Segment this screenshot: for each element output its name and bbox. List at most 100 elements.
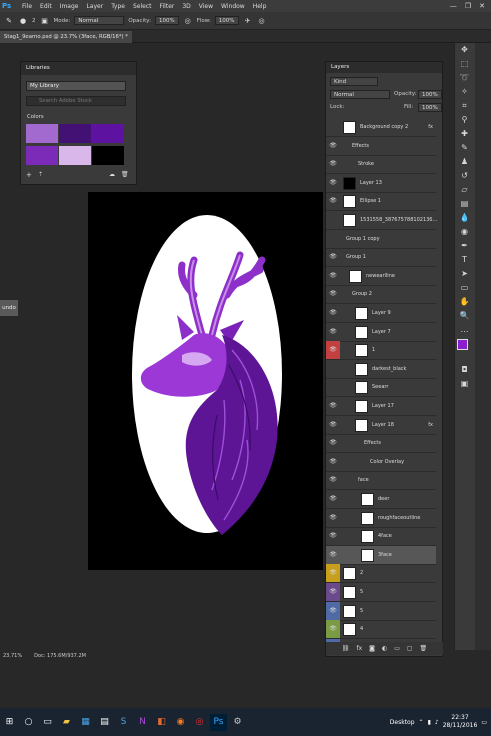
move-tool-icon[interactable]: ✥ bbox=[455, 43, 474, 57]
flow-field[interactable]: 100% bbox=[214, 16, 239, 25]
foreground-color[interactable] bbox=[457, 339, 468, 350]
visibility-eye-icon[interactable]: 👁 bbox=[326, 601, 340, 620]
layer-row[interactable]: 👁 Layer 7 bbox=[326, 323, 436, 342]
layer-name[interactable]: Layer 9 bbox=[372, 304, 391, 322]
network-icon[interactable]: ▮ bbox=[428, 719, 431, 726]
color-swatch[interactable] bbox=[26, 124, 58, 143]
visibility-eye-icon[interactable]: 👁 bbox=[326, 192, 340, 210]
gradient-tool-icon[interactable]: ▤ bbox=[455, 197, 474, 211]
hand-tool-icon[interactable]: ✋ bbox=[455, 295, 474, 309]
visibility-eye-icon[interactable]: 👁 bbox=[326, 434, 340, 452]
zoom-tool-icon[interactable]: 🔍 bbox=[455, 309, 474, 323]
layer-name[interactable]: Layer 17 bbox=[372, 397, 394, 415]
visibility-eye-icon[interactable]: 👁 bbox=[326, 416, 340, 434]
photoshop-taskbar-icon[interactable]: Ps bbox=[210, 713, 227, 731]
color-swatch[interactable] bbox=[59, 146, 91, 165]
layer-name[interactable]: Layer 18 bbox=[372, 416, 394, 434]
visibility-eye-icon[interactable]: 👁 bbox=[326, 546, 340, 564]
desktop-toolbar[interactable]: Desktop bbox=[390, 719, 415, 726]
layer-row[interactable]: 👁 roughfaceoutline bbox=[326, 509, 436, 528]
layer-name[interactable]: Effects bbox=[364, 434, 381, 452]
menu-3d[interactable]: 3D bbox=[178, 3, 194, 10]
layer-name[interactable]: Group 2 bbox=[352, 285, 372, 303]
color-swatch[interactable] bbox=[26, 146, 58, 165]
layer-name[interactable]: deer bbox=[378, 490, 389, 508]
visibility-eye-icon[interactable]: 👁 bbox=[326, 620, 340, 639]
close-icon[interactable]: ✕ bbox=[479, 2, 485, 10]
folder-icon[interactable]: ▭ bbox=[394, 645, 400, 652]
layer-row[interactable]: 👁 Stroke bbox=[326, 155, 436, 175]
visibility-eye-icon[interactable]: 👁 bbox=[326, 397, 340, 415]
library-select[interactable]: My Library bbox=[26, 81, 126, 91]
menu-select[interactable]: Select bbox=[129, 3, 156, 10]
trash-icon[interactable]: 🗑 bbox=[420, 645, 428, 652]
layer-row[interactable]: 👁 Layer 9 bbox=[326, 304, 436, 323]
color-picker[interactable] bbox=[455, 337, 475, 363]
volume-icon[interactable]: ♪ bbox=[435, 719, 439, 726]
visibility-eye-icon[interactable]: 👁 bbox=[326, 137, 340, 155]
visibility-eye-icon[interactable]: 👁 bbox=[326, 304, 340, 322]
visibility-eye-icon[interactable]: 👁 bbox=[326, 471, 340, 489]
menu-type[interactable]: Type bbox=[107, 3, 129, 10]
path-select-tool-icon[interactable]: ➤ bbox=[455, 267, 474, 281]
visibility-eye-icon[interactable] bbox=[326, 360, 340, 378]
layer-row[interactable]: 👁 face bbox=[326, 471, 436, 491]
layer-row[interactable]: 👁 Layer 13 bbox=[326, 174, 436, 193]
menu-file[interactable]: File bbox=[18, 3, 36, 10]
menu-window[interactable]: Window bbox=[217, 3, 249, 10]
layer-name[interactable]: Layer 13 bbox=[360, 174, 382, 192]
trash-icon[interactable]: 🗑 bbox=[121, 171, 129, 178]
firefox-icon[interactable]: ◉ bbox=[172, 714, 189, 731]
dodge-tool-icon[interactable]: ◉ bbox=[455, 225, 474, 239]
layer-name[interactable]: 4face bbox=[378, 527, 392, 545]
layer-row[interactable]: 👁 Effects bbox=[326, 137, 436, 156]
settings-icon[interactable]: ⚙ bbox=[229, 714, 246, 731]
layer-row[interactable]: 👁 newearlline bbox=[326, 267, 436, 286]
history-brush-tool-icon[interactable]: ↺ bbox=[455, 169, 474, 183]
layer-name[interactable]: 5 bbox=[360, 583, 363, 601]
crop-tool-icon[interactable]: ⌗ bbox=[455, 99, 474, 113]
pressure-opacity-icon[interactable]: ◎ bbox=[183, 16, 193, 26]
quick-mask-icon[interactable]: ◘ bbox=[455, 363, 474, 377]
layer-row[interactable]: 👁 2 bbox=[326, 564, 436, 584]
visibility-eye-icon[interactable]: 👁 bbox=[326, 509, 340, 527]
visibility-eye-icon[interactable]: 👁 bbox=[326, 453, 340, 471]
marquee-tool-icon[interactable]: ⬚ bbox=[455, 57, 474, 71]
layer-name[interactable]: Effects bbox=[352, 137, 369, 155]
menu-layer[interactable]: Layer bbox=[82, 3, 107, 10]
visibility-eye-icon[interactable] bbox=[326, 211, 340, 229]
layer-name[interactable]: newearlline bbox=[366, 267, 395, 285]
color-swatch[interactable] bbox=[92, 146, 124, 165]
add-icon[interactable]: + bbox=[26, 171, 32, 179]
visibility-eye-icon[interactable]: 👁 bbox=[326, 583, 340, 601]
menu-help[interactable]: Help bbox=[249, 3, 271, 10]
type-tool-icon[interactable]: T bbox=[455, 253, 474, 267]
layer-name[interactable]: roughfaceoutline bbox=[378, 509, 420, 527]
layer-name[interactable]: Group 1 bbox=[346, 248, 366, 266]
layer-name[interactable]: face bbox=[358, 471, 369, 489]
visibility-eye-icon[interactable]: 👁 bbox=[326, 267, 340, 285]
opacity-field[interactable]: 100% bbox=[154, 16, 179, 25]
windows-start-icon[interactable]: ⊞ bbox=[1, 714, 18, 731]
layer-row[interactable]: 👁 4 bbox=[326, 620, 436, 640]
pressure-size-icon[interactable]: ◎ bbox=[257, 16, 267, 26]
layer-list[interactable]: Background copy 2 fx 👁 Effects 👁 Stroke 👁 Layer… bbox=[326, 118, 443, 643]
eraser-tool-icon[interactable]: ▱ bbox=[455, 183, 474, 197]
search-icon[interactable]: ○ bbox=[20, 714, 37, 731]
layer-row[interactable]: 👁 Color Overlay bbox=[326, 453, 436, 472]
library-search-input[interactable]: Search Adobe Stock bbox=[26, 96, 126, 106]
chrome-icon[interactable]: ◎ bbox=[191, 714, 208, 731]
visibility-eye-icon[interactable]: 👁 bbox=[326, 341, 340, 360]
shape-tool-icon[interactable]: ▭ bbox=[455, 281, 474, 295]
visibility-eye-icon[interactable] bbox=[326, 230, 340, 248]
layer-row[interactable]: 👁 5 bbox=[326, 583, 436, 602]
visibility-eye-icon[interactable]: 👁 bbox=[326, 564, 340, 583]
layer-row[interactable]: darkest_black bbox=[326, 360, 436, 379]
layer-row[interactable]: Seearr bbox=[326, 378, 436, 398]
layer-row[interactable]: 👁 4face bbox=[326, 527, 436, 547]
file-explorer-icon[interactable]: ▰ bbox=[58, 714, 75, 731]
layer-name[interactable]: 3face bbox=[378, 546, 392, 564]
eyedropper-tool-icon[interactable]: ⚲ bbox=[455, 113, 474, 127]
brush-preset-icon[interactable]: ● bbox=[18, 16, 28, 26]
menu-view[interactable]: View bbox=[195, 3, 217, 10]
